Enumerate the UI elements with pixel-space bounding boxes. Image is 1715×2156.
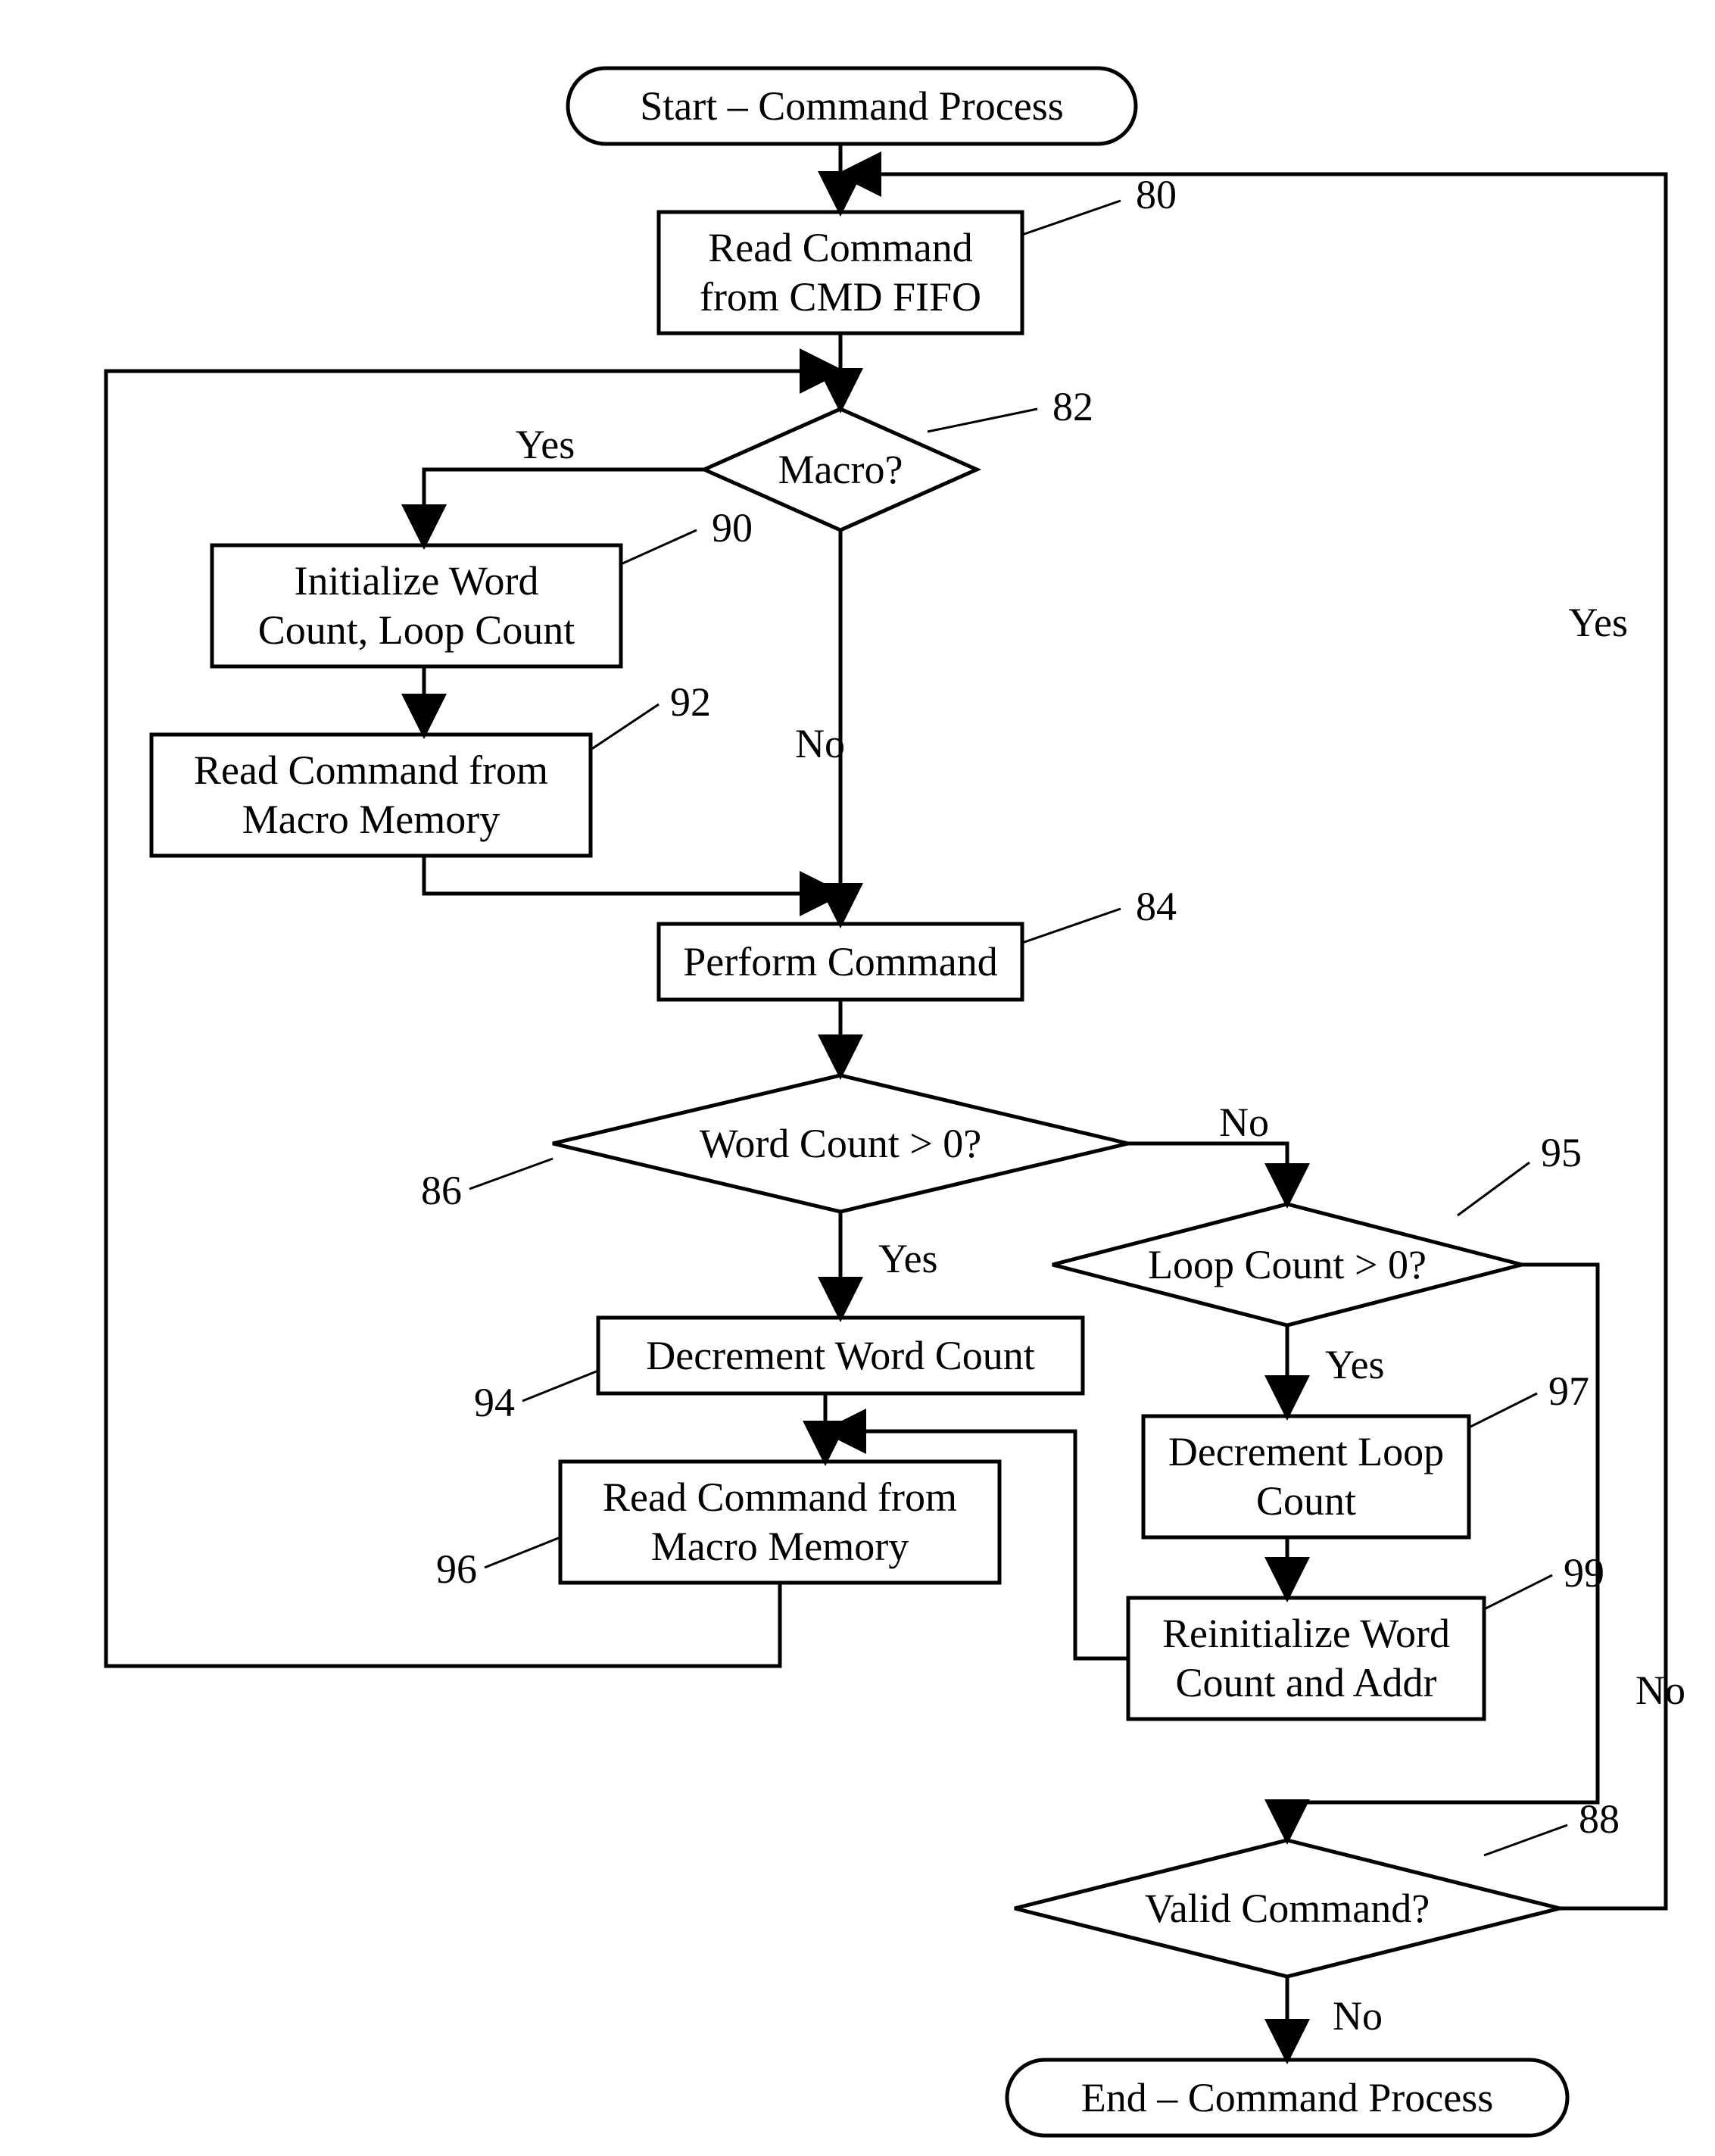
node-92-l1: Read Command from [194,747,548,793]
node-88-label: Valid Command? [1145,1886,1430,1931]
edge-86-no: No [1219,1100,1269,1145]
node-84-label: Perform Command [683,939,997,984]
end-label: End – Command Process [1081,2075,1493,2120]
node-99-l1: Reinitialize Word [1162,1611,1450,1656]
start-label: Start – Command Process [640,83,1063,129]
ref-92: 92 [670,679,711,725]
ref-84: 84 [1136,884,1177,929]
ref-97: 97 [1548,1368,1589,1414]
edge-82-no: No [795,721,845,766]
ref-96: 96 [436,1546,477,1592]
node-96-l1: Read Command from [603,1474,957,1520]
node-90-l2: Count, Loop Count [258,607,575,653]
node-86-label: Word Count > 0? [700,1121,982,1166]
edge-95-no: No [1635,1668,1685,1713]
node-95-label: Loop Count > 0? [1148,1242,1427,1287]
ref-90: 90 [712,505,753,551]
ref-99: 99 [1564,1550,1604,1596]
node-92-l2: Macro Memory [242,797,500,842]
flowchart-canvas: Start – Command Process End – Command Pr… [0,0,1715,2152]
node-99-l2: Count and Addr [1176,1660,1437,1705]
edge-95-yes: Yes [1325,1342,1385,1387]
ref-88: 88 [1579,1796,1620,1842]
node-96-l2: Macro Memory [651,1524,909,1569]
node-97-l1: Decrement Loop [1168,1429,1444,1474]
ref-82: 82 [1052,384,1093,429]
node-94-label: Decrement Word Count [646,1333,1035,1378]
edge-88-no: No [1333,1993,1383,2039]
node-80-l1: Read Command [708,225,972,270]
ref-95: 95 [1541,1130,1582,1175]
node-97-l2: Count [1256,1478,1356,1524]
node-82-label: Macro? [778,447,903,492]
node-80-l2: from CMD FIFO [700,274,981,320]
edge-86-yes: Yes [878,1236,938,1281]
ref-80: 80 [1136,172,1177,217]
ref-94: 94 [474,1380,515,1425]
edge-82-yes: Yes [516,422,575,467]
node-90-l1: Initialize Word [294,558,538,604]
edge-88-yes: Yes [1568,600,1628,645]
ref-86: 86 [421,1168,462,1213]
